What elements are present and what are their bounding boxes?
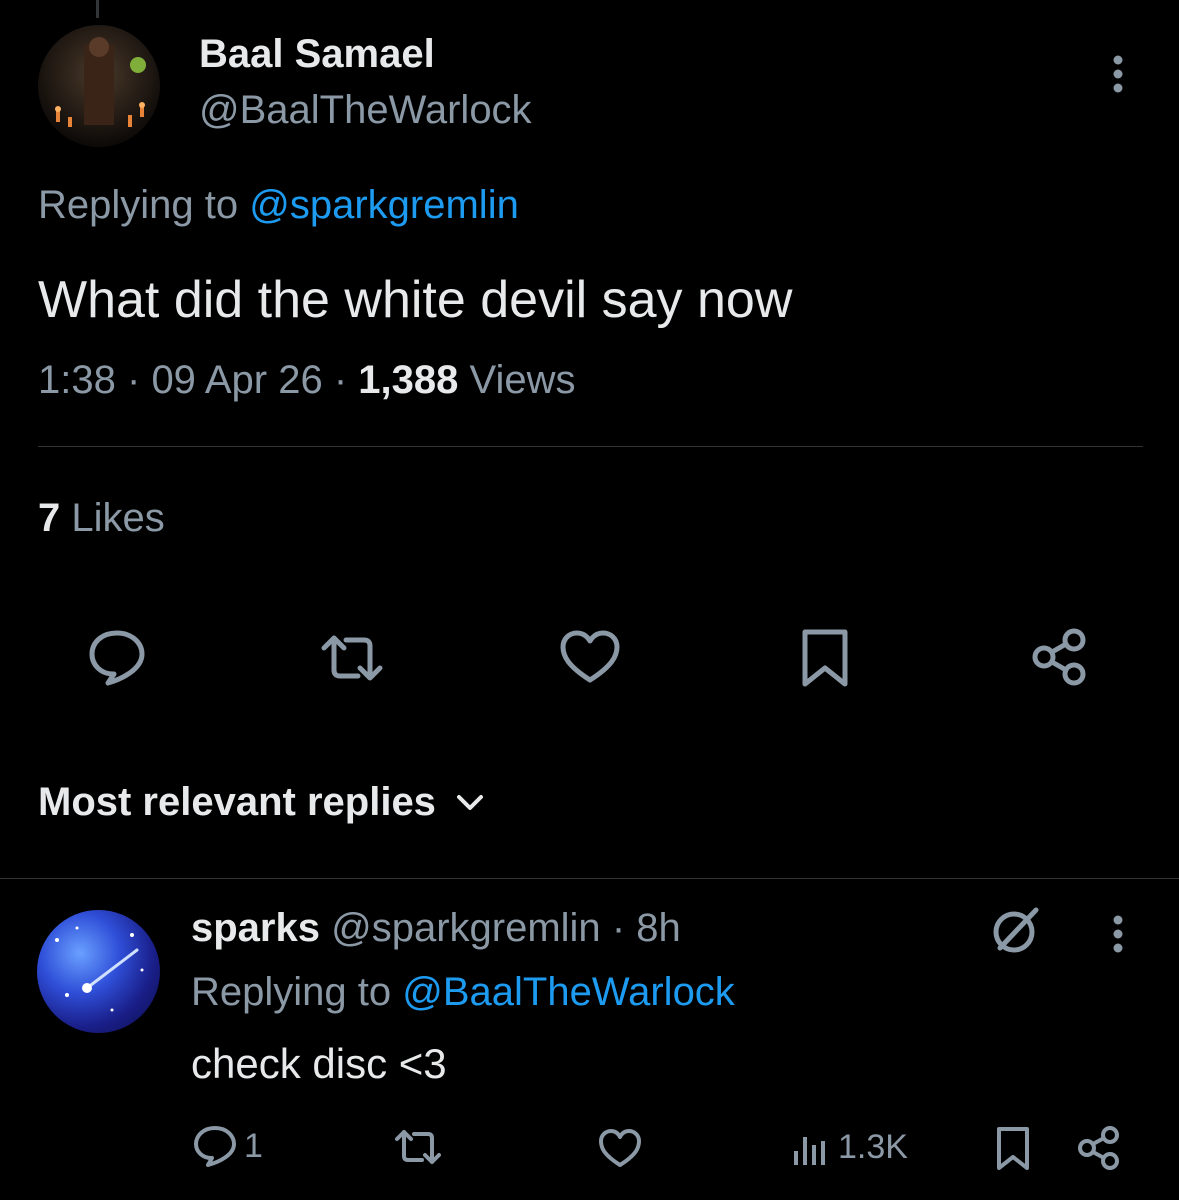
author-name[interactable]: Baal Samael bbox=[199, 32, 435, 77]
chevron-down-icon bbox=[456, 794, 484, 812]
author-avatar[interactable] bbox=[38, 25, 160, 147]
heart-icon[interactable] bbox=[597, 1127, 643, 1169]
reply-text: check disc <3 bbox=[191, 1040, 447, 1087]
reply-reply-button[interactable]: 1 bbox=[192, 1124, 263, 1168]
reply-time[interactable]: · 8h bbox=[612, 906, 681, 950]
replying-prefix: Replying to bbox=[38, 183, 239, 227]
reply-icon[interactable] bbox=[86, 627, 148, 687]
tweet-meta: 1:38 · 09 Apr 26 · 1,388 Views bbox=[38, 358, 575, 403]
reply-views-count: 1.3K bbox=[838, 1128, 908, 1166]
reply-count: 1 bbox=[244, 1126, 263, 1165]
replying-prefix: Replying to bbox=[191, 970, 392, 1014]
tweet-date[interactable]: 09 Apr 26 bbox=[151, 358, 322, 402]
more-vertical-icon[interactable] bbox=[1104, 912, 1132, 956]
reply-views-stat[interactable]: 1.3K bbox=[792, 1128, 908, 1167]
views-count: 1,388 bbox=[358, 358, 459, 402]
replies-sort-dropdown[interactable]: Most relevant replies bbox=[38, 780, 484, 825]
replying-to-link[interactable]: @sparkgremlin bbox=[249, 183, 519, 227]
avatar-image bbox=[55, 37, 146, 127]
reply-header: sparks @sparkgremlin · 8h bbox=[191, 906, 681, 951]
thread-line bbox=[96, 0, 99, 18]
share-icon[interactable] bbox=[1076, 1124, 1122, 1172]
replying-to-link[interactable]: @BaalTheWarlock bbox=[402, 970, 735, 1014]
views-label: Views bbox=[469, 358, 576, 402]
avatar-image bbox=[55, 926, 144, 1012]
heart-icon[interactable] bbox=[558, 628, 622, 686]
likes-stat[interactable]: 7 Likes bbox=[38, 496, 165, 541]
retweet-icon[interactable] bbox=[316, 630, 388, 686]
views-icon bbox=[792, 1129, 830, 1167]
meta-separator: · bbox=[333, 358, 348, 402]
bookmark-icon[interactable] bbox=[800, 628, 850, 688]
likes-label: Likes bbox=[71, 496, 165, 540]
divider bbox=[0, 878, 1179, 879]
author-handle[interactable]: @BaalTheWarlock bbox=[199, 88, 532, 133]
reply-replying-to-line: Replying to @BaalTheWarlock bbox=[191, 970, 735, 1015]
more-vertical-icon[interactable] bbox=[1104, 52, 1132, 96]
reply-icon bbox=[192, 1124, 238, 1168]
reply-author-name[interactable]: sparks bbox=[191, 906, 320, 950]
retweet-icon[interactable] bbox=[392, 1126, 444, 1168]
divider bbox=[38, 446, 1143, 447]
likes-count: 7 bbox=[38, 496, 61, 540]
tweet-text: What did the white devil say now bbox=[38, 271, 793, 329]
reply-author-handle[interactable]: @sparkgremlin bbox=[331, 906, 601, 950]
bookmark-icon[interactable] bbox=[995, 1126, 1031, 1172]
reply-author-avatar[interactable] bbox=[37, 910, 160, 1033]
tweet-time[interactable]: 1:38 bbox=[38, 358, 116, 402]
meta-separator: · bbox=[126, 358, 141, 402]
replies-sort-label: Most relevant replies bbox=[38, 780, 436, 824]
circle-slash-icon[interactable] bbox=[988, 904, 1044, 956]
replying-to-line: Replying to @sparkgremlin bbox=[38, 183, 519, 228]
share-icon[interactable] bbox=[1030, 626, 1090, 688]
